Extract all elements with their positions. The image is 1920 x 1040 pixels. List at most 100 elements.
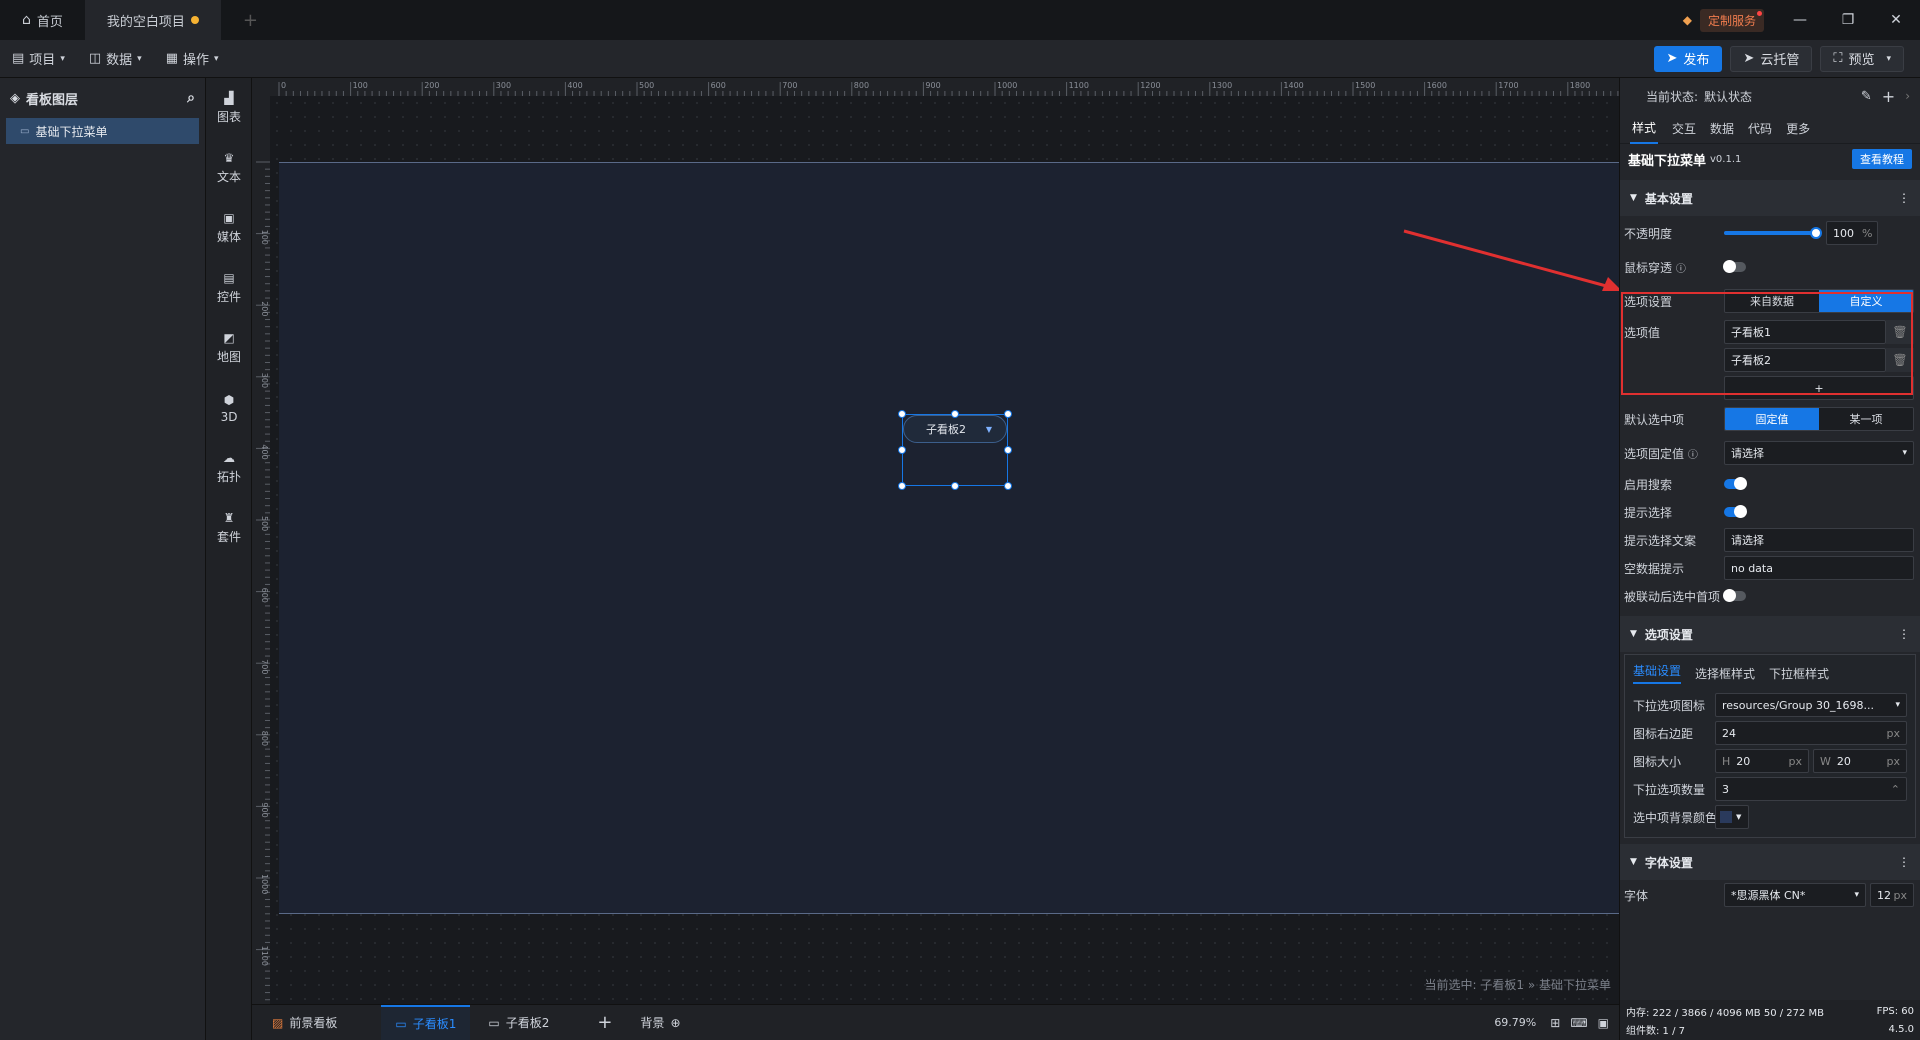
- enable-search-toggle[interactable]: [1724, 477, 1747, 490]
- zoom-level: 69.79%: [1494, 1016, 1537, 1029]
- shirt-icon: ♜: [223, 511, 235, 525]
- tab-data[interactable]: 数据: [1710, 120, 1734, 137]
- ruler-tick-label: 1000: [260, 874, 269, 894]
- custom-service-button[interactable]: 定制服务: [1699, 8, 1764, 32]
- menu-project[interactable]: ▤ 项目 ▾: [0, 40, 77, 78]
- subtab-dropdown-style[interactable]: 下拉框样式: [1769, 665, 1829, 682]
- default-some-item[interactable]: 某一项: [1819, 408, 1913, 430]
- add-board-button[interactable]: +: [583, 1005, 626, 1040]
- dropdown-select[interactable]: 子看板2 ▼: [903, 415, 1007, 443]
- prompt-text-input[interactable]: 请选择: [1724, 528, 1914, 552]
- icon-height-input[interactable]: H 20 px: [1715, 749, 1809, 773]
- selected-dropdown-component[interactable]: 子看板2 ▼: [898, 410, 1012, 490]
- preview-button[interactable]: ⛶ 预览 ▾: [1820, 45, 1904, 72]
- resize-handle[interactable]: [898, 410, 906, 418]
- board-icon: ▨: [272, 1015, 284, 1030]
- plus-icon[interactable]: +: [1882, 87, 1895, 106]
- section-basic[interactable]: ▼ 基本设置 ⋮: [1620, 180, 1920, 216]
- resize-handle[interactable]: [951, 410, 959, 418]
- chevron-down-icon: ▾: [137, 53, 142, 64]
- topology-icon: ☁: [223, 451, 235, 465]
- resize-handle[interactable]: [1004, 482, 1012, 490]
- ruler-tick-label: 900: [260, 802, 269, 817]
- menu-data[interactable]: ◫ 数据 ▾: [77, 40, 154, 78]
- ruler-tick-label: 200: [424, 81, 439, 90]
- fit-screen-icon[interactable]: ⊞: [1550, 1016, 1560, 1030]
- opacity-slider[interactable]: [1724, 227, 1822, 239]
- new-tab-button[interactable]: +: [221, 0, 280, 40]
- font-family-select[interactable]: *思源黑体 CN* ▾: [1724, 883, 1866, 907]
- layer-item[interactable]: ▭ 基础下拉菜单: [6, 118, 199, 144]
- close-button[interactable]: ✕: [1872, 0, 1920, 40]
- chevron-right-icon[interactable]: ›: [1905, 89, 1910, 103]
- more-vertical-icon[interactable]: ⋮: [1898, 191, 1910, 205]
- subtab-select-style[interactable]: 选择框样式: [1695, 665, 1755, 682]
- cloud-hosting-button[interactable]: ➤ 云托管: [1730, 45, 1813, 72]
- terminal-icon[interactable]: ▣: [1598, 1016, 1609, 1030]
- prompt-select-toggle[interactable]: [1724, 505, 1747, 518]
- stepper-up-icon[interactable]: ⌃: [1891, 783, 1900, 796]
- font-size-input[interactable]: 12 px: [1870, 883, 1914, 907]
- dropdown-icon-select[interactable]: resources/Group 30_1698... ▾: [1715, 693, 1907, 717]
- rail-item-topology[interactable]: ☁ 拓扑: [206, 438, 252, 498]
- minimize-button[interactable]: —: [1776, 0, 1824, 40]
- dropdown-icon-label: 下拉选项图标: [1633, 698, 1706, 713]
- tab-foreground-board[interactable]: ▨ 前景看板: [258, 1005, 351, 1040]
- tab-interaction[interactable]: 交互: [1672, 120, 1696, 137]
- section-options[interactable]: ▼ 选项设置 ⋮: [1620, 616, 1920, 652]
- resize-handle[interactable]: [898, 446, 906, 454]
- publish-button[interactable]: ➤ 发布: [1653, 45, 1723, 72]
- rail-item-text[interactable]: ♛ 文本: [206, 138, 252, 198]
- keyboard-icon[interactable]: ⌨: [1570, 1016, 1587, 1030]
- fixed-value-select[interactable]: 请选择 ▾: [1724, 441, 1914, 465]
- search-icon[interactable]: ⌕: [187, 90, 195, 106]
- resize-handle[interactable]: [1004, 446, 1012, 454]
- default-fixed-value[interactable]: 固定值: [1725, 408, 1819, 430]
- tab-code[interactable]: 代码: [1748, 120, 1772, 137]
- resize-handle[interactable]: [898, 482, 906, 490]
- tab-style[interactable]: 样式: [1630, 113, 1659, 144]
- more-vertical-icon[interactable]: ⋮: [1898, 627, 1910, 641]
- ruler-tick-label: 700: [782, 81, 797, 90]
- selected-bg-row: 选中项背景颜色 ▼: [1633, 803, 1907, 831]
- rail-item-media[interactable]: ▣ 媒体: [206, 198, 252, 258]
- menu-operation[interactable]: ▦ 操作 ▾: [154, 40, 231, 78]
- tab-sub-board-1[interactable]: ▭ 子看板1: [381, 1004, 471, 1040]
- resize-handle[interactable]: [951, 482, 959, 490]
- current-state-value: 默认状态: [1704, 89, 1753, 104]
- tab-home-label: 首页: [36, 14, 63, 30]
- mouse-through-toggle[interactable]: [1723, 260, 1746, 273]
- tab-home[interactable]: ⌂ 首页: [0, 0, 85, 40]
- tab-sub-board-2[interactable]: ▭ 子看板2: [474, 1005, 563, 1040]
- subtab-basic[interactable]: 基础设置: [1633, 662, 1682, 684]
- layers-panel: ◈ 看板图层 ⌕ ▭ 基础下拉菜单: [0, 78, 206, 1040]
- memory-status: 内存: 222 / 3866 / 4096 MB 50 / 272 MB: [1626, 1007, 1825, 1019]
- opacity-input[interactable]: 100 %: [1826, 221, 1878, 245]
- tutorial-button[interactable]: 查看教程: [1852, 149, 1912, 169]
- background-board-tab[interactable]: 背景 ⊕: [626, 1005, 694, 1040]
- selected-bg-color-picker[interactable]: ▼: [1715, 805, 1749, 829]
- cube-icon: ⬢: [223, 392, 235, 407]
- grid-icon: ▦: [165, 51, 178, 66]
- restore-button[interactable]: ❐: [1824, 0, 1872, 40]
- rail-item-control[interactable]: ▤ 控件: [206, 258, 252, 318]
- rail-item-map[interactable]: ◩ 地图: [206, 318, 252, 378]
- more-vertical-icon[interactable]: ⋮: [1898, 855, 1910, 869]
- icon-width-input[interactable]: W 20 px: [1813, 749, 1907, 773]
- rail-item-3d[interactable]: ⬢ 3D: [206, 378, 252, 438]
- option-count-input[interactable]: 3 ⌃: [1715, 777, 1907, 801]
- rail-item-kit[interactable]: ♜ 套件: [206, 498, 252, 558]
- edit-icon[interactable]: ✎: [1861, 89, 1872, 104]
- icon-right-input[interactable]: 24 px: [1715, 721, 1907, 745]
- rail-item-chart[interactable]: ▟ 图表: [206, 78, 252, 138]
- tab-more[interactable]: 更多: [1786, 120, 1810, 137]
- tab-project[interactable]: 我的空白项目: [84, 0, 221, 40]
- selected-bg-label: 选中项背景颜色: [1633, 810, 1718, 825]
- section-font[interactable]: ▼ 字体设置 ⋮: [1620, 844, 1920, 880]
- opacity-slider-thumb[interactable]: [1810, 227, 1822, 239]
- layer-component-icon: ▭: [20, 125, 30, 137]
- resize-handle[interactable]: [1004, 410, 1012, 418]
- empty-hint-input[interactable]: no data: [1724, 556, 1914, 580]
- linked-first-toggle[interactable]: [1723, 589, 1746, 602]
- add-circle-icon[interactable]: ⊕: [670, 1016, 680, 1030]
